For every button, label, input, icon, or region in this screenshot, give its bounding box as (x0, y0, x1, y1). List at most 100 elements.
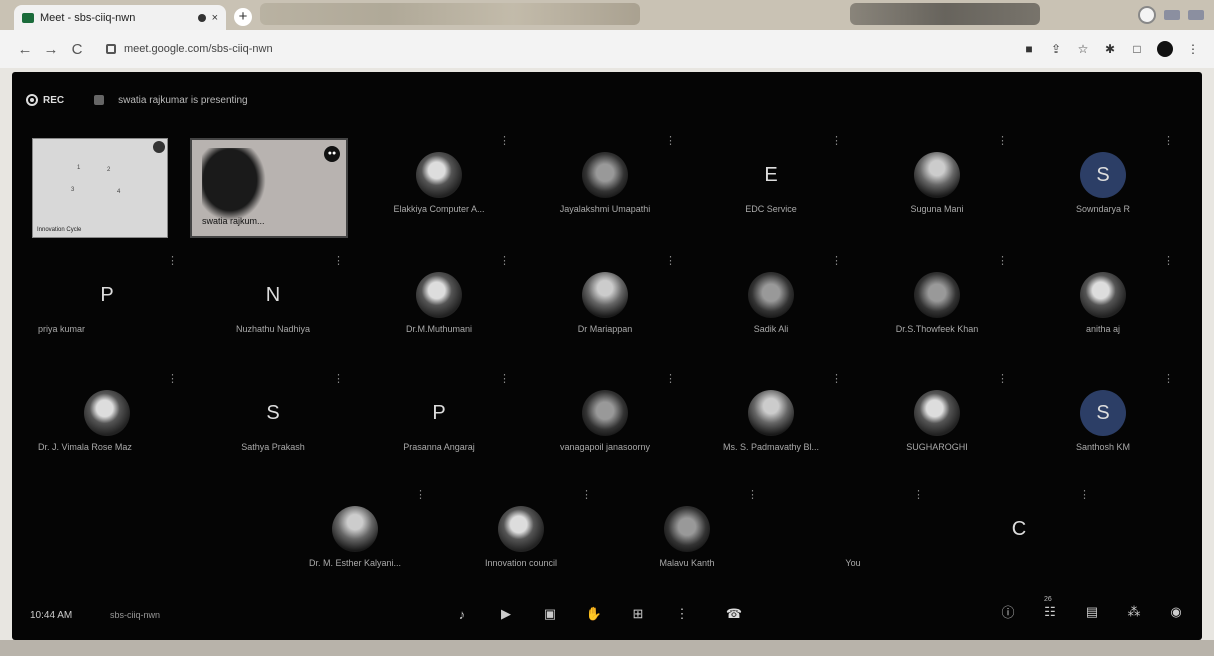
tile-menu-icon[interactable]: ⋮ (167, 372, 178, 385)
info-icon[interactable]: ⓘ (998, 602, 1018, 621)
participant-tile[interactable]: ⋮ C (944, 484, 1094, 584)
browser-tab-meet[interactable]: Meet - sbs-ciiq-nwn × (14, 5, 226, 30)
present-icon[interactable]: ⊞ (626, 602, 650, 626)
captions-icon[interactable]: ▣ (538, 602, 562, 626)
participant-tile[interactable]: ⋮ Dr.M.Muthumani (364, 250, 514, 350)
participant-tile[interactable]: ⋮ vanagapoil janasoorny (530, 368, 680, 468)
participant-tile[interactable]: ⋮ Malavu Kanth (612, 484, 762, 584)
tile-menu-icon[interactable]: ⋮ (665, 254, 676, 267)
participant-tile[interactable]: ⋮ Suguna Mani (862, 130, 1012, 230)
participant-name: Sathya Prakash (241, 442, 305, 452)
avatar (664, 506, 710, 552)
tile-menu-icon[interactable]: ⋮ (333, 254, 344, 267)
tile-menu-icon[interactable]: ⋮ (913, 488, 924, 501)
participant-name: anitha aj (1085, 324, 1121, 334)
tile-menu-icon[interactable]: ⋮ (333, 372, 344, 385)
participant-tile[interactable]: ⋮ Ppriya kumar (32, 250, 182, 350)
tile-menu-icon[interactable]: ⋮ (665, 134, 676, 147)
back-icon[interactable]: ← (14, 41, 36, 58)
mic-off-icon[interactable]: ♪ (450, 602, 474, 626)
window-controls (1138, 6, 1204, 24)
participant-tile[interactable]: ⋮ S Sowndarya R (1028, 130, 1178, 230)
tile-menu-icon[interactable]: ⋮ (747, 488, 758, 501)
avatar: S (1080, 390, 1126, 436)
more-options-icon[interactable]: ⋮ (670, 602, 694, 626)
tile-menu-icon[interactable]: ⋮ (1163, 372, 1174, 385)
window-control-icon[interactable] (1188, 10, 1204, 20)
participant-tile[interactable]: ⋮ S Santhosh KM (1028, 368, 1178, 468)
meet-stage: REC swatia rajkumar is presenting 1 2 3 … (12, 72, 1202, 640)
star-icon[interactable]: ☆ (1076, 42, 1090, 56)
camera-off-icon[interactable]: ▶ (494, 602, 518, 626)
tile-menu-icon[interactable]: ⋮ (831, 372, 842, 385)
side-controls: ⓘ 26 ☷ ▤ ⁂ ◉ (998, 596, 1186, 621)
forward-icon[interactable]: → (40, 41, 62, 58)
people-icon[interactable]: 26 ☷ (1040, 596, 1060, 620)
participant-name: Nuzhathu Nadhiya (235, 324, 311, 334)
chat-icon[interactable]: ▤ (1082, 604, 1102, 620)
activities-icon[interactable]: ⁂ (1124, 604, 1144, 620)
tile-menu-icon[interactable]: ⋮ (415, 488, 426, 501)
participant-name: Innovation council (484, 558, 558, 568)
participant-tile[interactable]: ⋮ Dr.S.Thowfeek Khan (862, 250, 1012, 350)
participant-tile[interactable]: ⋮ You (778, 484, 928, 584)
meet-favicon-icon (22, 12, 34, 23)
browser-tab-bar: Meet - sbs-ciiq-nwn × + (0, 0, 1214, 30)
avatar[interactable] (1157, 41, 1173, 57)
participant-tile[interactable]: ⋮ S Sathya Prakash (198, 368, 348, 468)
raise-hand-icon[interactable]: ✋ (582, 602, 606, 626)
tile-menu-icon[interactable]: ⋮ (1163, 134, 1174, 147)
presenter-tile[interactable]: swatia rajkum... ●● (190, 138, 348, 238)
participant-tile[interactable]: ⋮ P Prasanna Angaraj (364, 368, 514, 468)
tile-menu-icon[interactable]: ⋮ (167, 254, 178, 267)
tile-menu-icon[interactable]: ⋮ (665, 372, 676, 385)
menu-icon[interactable]: ⋮ (1186, 42, 1200, 56)
lock-icon[interactable] (106, 44, 116, 54)
avatar (582, 152, 628, 198)
profile-icon[interactable] (1138, 6, 1156, 24)
avatar: P (432, 401, 446, 424)
camera-indicator-icon[interactable]: ■ (1022, 42, 1036, 56)
tile-menu-icon[interactable]: ⋮ (831, 134, 842, 147)
recording-dot-icon (197, 13, 206, 22)
participant-tile[interactable]: ⋮ anitha aj (1028, 250, 1178, 350)
participant-tile[interactable]: ⋮ Jayalakshmi Umapathi (530, 130, 680, 230)
tile-menu-icon[interactable]: ⋮ (581, 488, 592, 501)
participant-tile[interactable]: ⋮ Innovation council (446, 484, 596, 584)
tile-menu-icon[interactable]: ⋮ (831, 254, 842, 267)
participant-name: Elakkiya Computer A... (393, 204, 485, 214)
screen-share-tile[interactable]: 1 2 3 4 Innovation Cycle (32, 138, 168, 238)
pin-icon[interactable] (153, 141, 165, 153)
share-icon[interactable]: ⇪ (1049, 42, 1063, 56)
participant-tile[interactable]: ⋮ Dr Mariappan (530, 250, 680, 350)
reload-icon[interactable]: C (66, 41, 88, 58)
tile-menu-icon[interactable]: ⋮ (997, 134, 1008, 147)
end-call-icon[interactable]: ☎ (714, 602, 754, 626)
avatar: P (100, 283, 114, 306)
tile-menu-icon[interactable]: ⋮ (997, 254, 1008, 267)
tile-menu-icon[interactable]: ⋮ (1163, 254, 1174, 267)
participant-tile[interactable]: ⋮ SUGHAROGHI (862, 368, 1012, 468)
new-tab-button[interactable]: + (234, 8, 252, 26)
participant-tile[interactable]: ⋮ Ms. S. Padmavathy Bl... (696, 368, 846, 468)
participant-name: Prasanna Angaraj (403, 442, 475, 452)
tile-menu-icon[interactable]: ⋮ (499, 134, 510, 147)
host-controls-icon[interactable]: ◉ (1166, 604, 1186, 620)
participant-tile[interactable]: ⋮ E EDC Service (696, 130, 846, 230)
tile-menu-icon[interactable]: ⋮ (1079, 488, 1090, 501)
tab-strip-background-dark (850, 3, 1040, 25)
participant-name: Santhosh KM (1075, 442, 1131, 452)
tile-menu-icon[interactable]: ⋮ (997, 372, 1008, 385)
participant-tile[interactable]: ⋮ Sadik Ali (696, 250, 846, 350)
address-bar[interactable]: meet.google.com/sbs-ciiq-nwn (124, 43, 273, 55)
participant-tile[interactable]: ⋮ N Nuzhathu Nadhiya (198, 250, 348, 350)
participant-tile[interactable]: ⋮ Elakkiya Computer A... (364, 130, 514, 230)
participant-tile[interactable]: ⋮ Dr. M. Esther Kalyani... (280, 484, 430, 584)
sidepanel-icon[interactable]: □ (1130, 42, 1144, 56)
tile-menu-icon[interactable]: ⋮ (499, 254, 510, 267)
extensions-icon[interactable]: ✱ (1103, 42, 1117, 56)
window-control-icon[interactable] (1164, 10, 1180, 20)
participant-tile[interactable]: ⋮ Dr. J. Vimala Rose Maz (32, 368, 182, 468)
tile-menu-icon[interactable]: ⋮ (499, 372, 510, 385)
tab-close-icon[interactable]: × (212, 12, 218, 24)
